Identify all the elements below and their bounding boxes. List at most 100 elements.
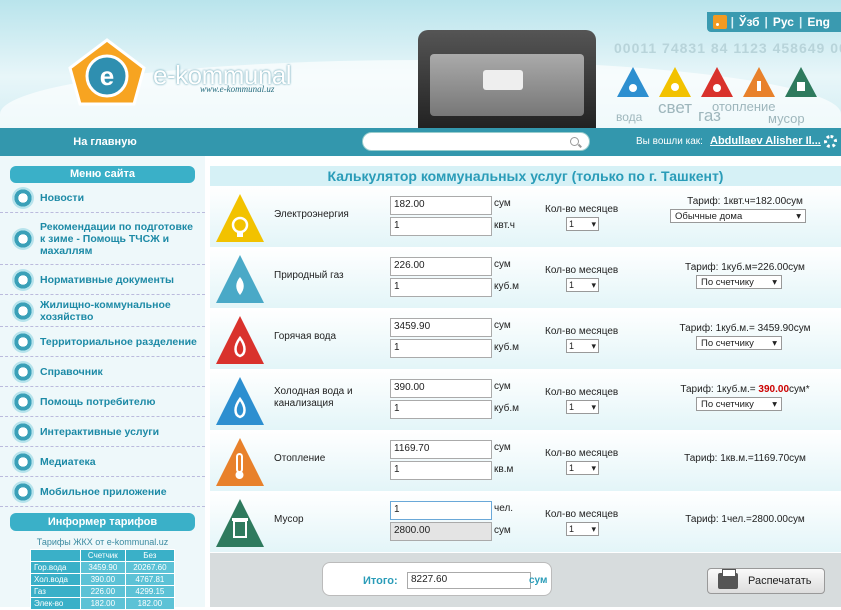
total-box: Итого: 8227.60 сум [322, 562, 552, 596]
tariff-text: Тариф: 1квт.ч=182.00сум [687, 196, 803, 207]
menu-item-territory[interactable]: Территориальное разделение [0, 327, 205, 357]
sidebar: Меню сайта Новости Рекомендации по подго… [0, 156, 205, 610]
menu-item-mobile[interactable]: Мобильное приложение [0, 477, 205, 507]
menu-item-media[interactable]: Медиатека [0, 447, 205, 477]
lang-ru-link[interactable]: Рус [768, 15, 799, 29]
amount-field[interactable]: 1169.70 [390, 440, 492, 459]
menu-item-normative[interactable]: Нормативные документы [0, 265, 205, 295]
quantity-field[interactable]: 1 [390, 278, 492, 297]
word-light: свет [658, 98, 693, 117]
menu-item-news[interactable]: Новости [0, 183, 205, 213]
calculator-title: Калькулятор коммунальных услуг (только п… [210, 166, 841, 186]
tariff-informer: Тарифы ЖКХ от e-kommunal.uz Счетчик Без … [30, 535, 176, 610]
tariff-text: Тариф: 1куб.м=226.00сум [685, 262, 805, 273]
search-input[interactable] [362, 132, 590, 151]
info-icon [12, 360, 34, 383]
calc-row-gas: Природный газ 226.00 сум 1 куб.м Кол-во … [210, 247, 841, 308]
language-bar: | Ўзб | Рус | Eng [706, 12, 841, 32]
calculator-footer: Итого: 8227.60 сум Распечатать [210, 553, 841, 607]
home-link[interactable]: На главную [0, 136, 210, 148]
lightbulb-icon [216, 194, 264, 242]
hot-water-drop-icon [216, 316, 264, 364]
menu-item-directory[interactable]: Справочник [0, 357, 205, 387]
table-row: Элек-во 182.00 182.00 [30, 597, 176, 610]
word-trash: мусор [768, 111, 805, 126]
printer-icon [718, 569, 738, 589]
thermometer-icon [216, 438, 264, 486]
amount-field[interactable]: 182.00 [390, 196, 492, 215]
rss-icon[interactable] [712, 15, 727, 29]
amount-field[interactable]: 390.00 [390, 379, 492, 398]
amount-field[interactable]: 226.00 [390, 257, 492, 276]
meter-illustration [418, 30, 596, 128]
lang-uz-link[interactable]: Ўзб [734, 15, 765, 29]
search-icon[interactable] [570, 137, 579, 146]
flame-icon [216, 255, 264, 303]
months-select[interactable]: 1 ▾ [566, 461, 599, 475]
table-row: Хол.вода 390.00 4767.81 [30, 573, 176, 586]
word-heating: отопление [712, 99, 776, 114]
table-row: Гор.вода 3459.90 20267.60 [30, 561, 176, 574]
housing-icon [12, 299, 34, 322]
months-select[interactable]: 1 ▾ [566, 522, 599, 536]
tariff-text: Тариф: 1куб.м.= 390.00сум* [680, 384, 810, 395]
interactive-icon [12, 420, 34, 443]
quantity-field[interactable]: 1 [390, 217, 492, 236]
months-select[interactable]: 1 ▾ [566, 339, 599, 353]
login-label: Вы вошли как: [636, 136, 703, 147]
winter-icon [12, 227, 34, 250]
calc-row-cold-water: Холодная вода и канализация 390.00 сум 1… [210, 369, 841, 430]
login-user-link[interactable]: Abdullaev Alisher Il... [710, 135, 821, 147]
news-icon [12, 186, 34, 209]
calc-row-trash: Мусор 1 чел. 2800.00 сум Кол-во месяцев … [210, 491, 841, 552]
menu-item-winter[interactable]: Рекомендации по подготовке к зиме - Помо… [0, 213, 205, 265]
help-icon [12, 390, 34, 413]
house-type-select[interactable]: Обычные дома ▾ [670, 209, 806, 223]
recycle-bin-icon [216, 499, 264, 547]
tariff-text: Тариф: 1куб.м.= 3459.90сум [679, 323, 811, 334]
months-select[interactable]: 1 ▾ [566, 400, 599, 414]
menu-item-housing[interactable]: Жилищно-коммунальное хозяйство [0, 295, 205, 327]
informer-title: Информер тарифов [10, 513, 195, 531]
meter-type-select[interactable]: По счетчику ▾ [696, 275, 782, 289]
print-button[interactable]: Распечатать [707, 568, 825, 594]
lang-en-link[interactable]: Eng [802, 15, 835, 29]
total-field: 8227.60 [407, 572, 531, 589]
tariff-text: Тариф: 1чел.=2800.00сум [685, 514, 805, 525]
quantity-field[interactable]: 1 [390, 461, 492, 480]
media-icon [12, 450, 34, 473]
calc-row-heating: Отопление 1169.70 сум 1 кв.м Кол-во меся… [210, 430, 841, 491]
calc-row-hot-water: Горячая вода 3459.90 сум 1 куб.м Кол-во … [210, 308, 841, 369]
menu-item-consumer-help[interactable]: Помощь потребителю [0, 387, 205, 417]
people-count-field[interactable]: 1 [390, 501, 492, 520]
months-select[interactable]: 1 ▾ [566, 278, 599, 292]
informer-caption: Тарифы ЖКХ от e-kommunal.uz [36, 537, 169, 547]
document-icon [12, 268, 34, 291]
calc-row-electricity: Электроэнергия 182.00 сум 1 квт.ч Кол-во… [210, 186, 841, 247]
header-numbers: 00011 74831 84 1123 458649 00011 74831 4… [614, 40, 841, 56]
cold-water-drop-icon [216, 377, 264, 425]
gear-icon[interactable] [824, 135, 837, 148]
menu-item-interactive[interactable]: Интерактивные услуги [0, 417, 205, 447]
table-row: Газ 226.00 4299.15 [30, 585, 176, 598]
meter-type-select[interactable]: По счетчику ▾ [696, 336, 782, 350]
gas-icon [701, 67, 733, 97]
tariff-text: Тариф: 1кв.м.=1169.70сум [684, 453, 806, 464]
brand-url: www.e-kommunal.uz [200, 84, 275, 94]
e-kommunal-logo[interactable]: e [68, 38, 146, 106]
trash-sum-field: 2800.00 [390, 522, 492, 541]
site-header: e e-kommunal www.e-kommunal.uz 00011 748… [0, 0, 841, 128]
mobile-icon [12, 480, 34, 503]
map-icon [12, 330, 34, 353]
months-select[interactable]: 1 ▾ [566, 217, 599, 231]
menu-title: Меню сайта [10, 166, 195, 183]
trash-icon [785, 67, 817, 97]
svg-text:e: e [100, 61, 114, 91]
quantity-field[interactable]: 1 [390, 400, 492, 419]
calculator: Калькулятор коммунальных услуг (только п… [210, 166, 841, 552]
utility-icons [616, 66, 818, 98]
meter-type-select[interactable]: По счетчику ▾ [696, 397, 782, 411]
amount-field[interactable]: 3459.90 [390, 318, 492, 337]
light-icon [659, 67, 691, 97]
quantity-field[interactable]: 1 [390, 339, 492, 358]
